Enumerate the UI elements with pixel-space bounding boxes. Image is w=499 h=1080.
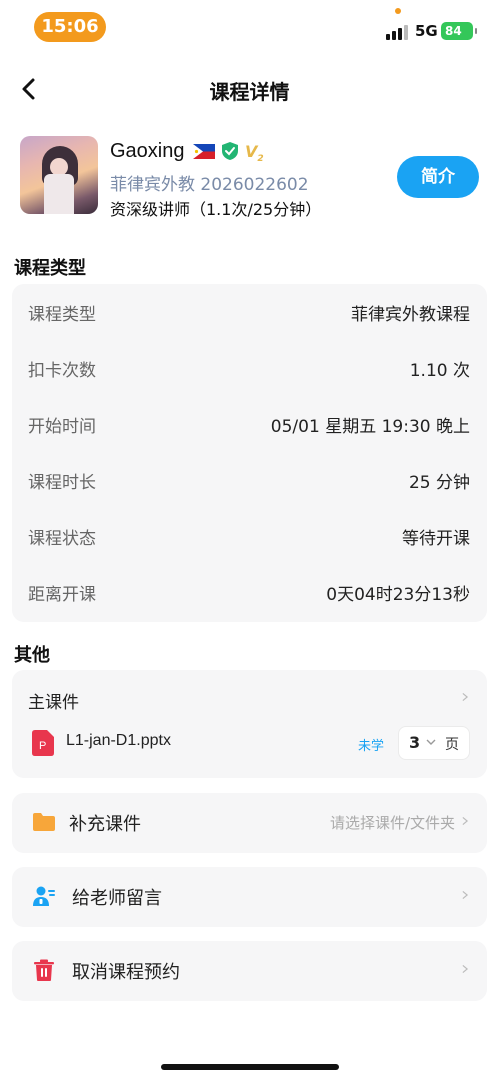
privacy-indicator-dot [395,8,401,14]
info-row: 扣卡次数 1.10 次 [12,340,487,396]
teacher-level: 资深级讲师（1.1次/25分钟） [110,200,322,219]
supplement-courseware-row[interactable]: 补充课件 请选择课件/文件夹 [12,793,487,853]
home-indicator[interactable] [161,1064,339,1070]
info-value: 等待开课 [402,529,470,549]
cellular-signal-icon [386,24,410,40]
trash-icon [34,959,54,981]
nav-bar: 课程详情 [0,60,499,118]
info-label: 课程类型 [28,305,96,325]
message-teacher-row[interactable]: 给老师留言 [12,867,487,927]
page-title: 课程详情 [209,80,290,104]
message-label: 给老师留言 [72,888,162,909]
chevron-right-icon [462,964,469,974]
page-unit: 页 [445,737,459,753]
status-bar: 15:06 5G 84 [0,0,499,56]
info-row: 距离开课 0天04时23分13秒 [12,564,487,620]
supplement-label: 补充课件 [69,814,141,835]
chevron-right-icon [462,816,469,826]
info-value: 0天04时23分13秒 [326,585,470,605]
info-row: 开始时间 05/01 星期五 19:30 晚上 [12,396,487,452]
info-label: 课程时长 [28,473,96,493]
course-section-title: 课程类型 [14,258,86,279]
main-courseware-card[interactable]: 主课件 P L1-jan-D1.pptx 未学 3 页 [12,670,487,778]
supplement-hint: 请选择课件/文件夹 [329,814,455,832]
chevron-down-icon [426,739,436,745]
pptx-file-icon: P [32,730,54,756]
info-row: 课程类型 菲律宾外教课程 [12,284,487,340]
courseware-file-row[interactable]: P L1-jan-D1.pptx 未学 3 页 [12,722,487,766]
svg-text:P: P [39,740,46,752]
network-type: 5G [415,22,438,40]
teacher-id: 菲律宾外教 2026022602 [110,175,309,195]
chevron-right-icon [462,692,469,702]
study-status-badge: 未学 [358,739,385,754]
battery-level: 84 [445,24,462,38]
info-row: 课程状态 等待开课 [12,508,487,564]
teacher-card: Gaoxing V2 菲律宾外教 2026022602 资深级讲师（1.1次/2… [20,136,480,219]
info-value: 菲律宾外教课程 [351,305,470,325]
verified-shield-icon [222,142,238,160]
course-info-card: 课程类型 菲律宾外教课程 扣卡次数 1.10 次 开始时间 05/01 星期五 … [12,284,487,622]
info-value: 1.10 次 [409,361,470,381]
cancel-booking-row[interactable]: 取消课程预约 [12,941,487,1001]
info-label: 开始时间 [28,417,96,437]
intro-button[interactable]: 简介 [397,156,479,198]
other-section-title: 其他 [14,645,50,666]
courseware-file-name: L1-jan-D1.pptx [66,732,171,749]
vip-level-icon: V2 [245,142,264,165]
folder-icon [33,813,55,831]
user-message-icon [33,886,55,906]
page-count-selector[interactable]: 3 页 [398,726,470,760]
info-label: 扣卡次数 [28,361,96,381]
info-label: 距离开课 [28,585,96,605]
status-time: 15:06 [34,12,106,42]
info-value: 25 分钟 [408,473,470,493]
info-label: 课程状态 [28,529,96,549]
info-value: 05/01 星期五 19:30 晚上 [270,417,470,437]
chevron-right-icon [462,890,469,900]
battery-icon: 84 [441,22,477,40]
page-count: 3 [409,733,421,752]
teacher-name: Gaoxing [110,140,185,162]
teacher-avatar[interactable] [20,136,98,214]
philippines-flag-icon [193,144,215,159]
info-row: 课程时长 25 分钟 [12,452,487,508]
main-courseware-title: 主课件 [28,693,79,713]
cancel-label: 取消课程预约 [72,962,180,983]
